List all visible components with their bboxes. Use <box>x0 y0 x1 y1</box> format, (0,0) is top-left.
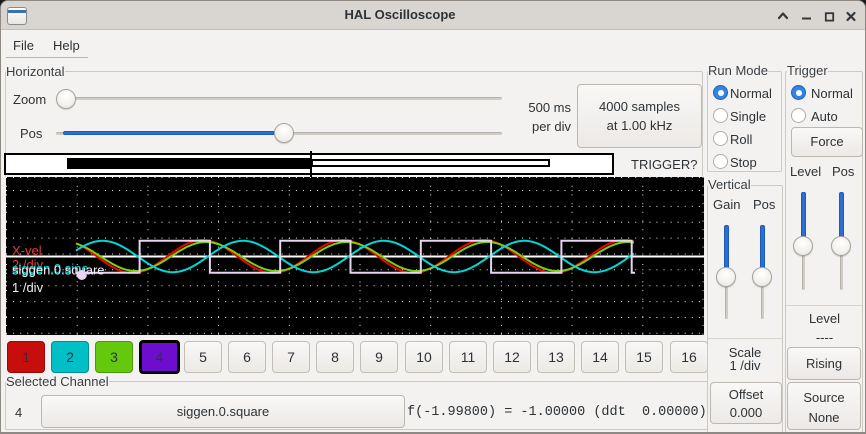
svg-text:siggen.0.square: siggen.0.square <box>12 263 105 278</box>
svg-text:X-vel: X-vel <box>12 243 42 258</box>
svg-text:1 /div: 1 /div <box>12 280 44 295</box>
